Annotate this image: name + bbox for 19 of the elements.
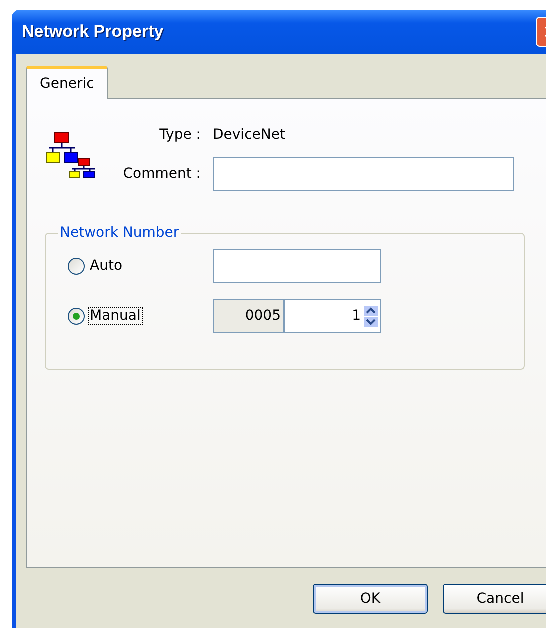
radio-option[interactable]: Auto	[68, 257, 213, 275]
window-title: Network Property	[22, 22, 164, 42]
prefix-field: 0005	[213, 299, 285, 333]
radio-button[interactable]	[68, 308, 85, 324]
auto-number-field[interactable]	[213, 249, 381, 283]
radio-option[interactable]: Manual	[68, 307, 213, 325]
network-icon	[45, 131, 97, 179]
tab[interactable]: Generic	[26, 66, 108, 99]
number-spinner[interactable]: 1	[285, 299, 381, 333]
comment-field[interactable]	[213, 157, 514, 191]
radio-button[interactable]	[68, 258, 85, 274]
dialog-button[interactable]: Cancel	[443, 584, 546, 614]
comment-label: Comment :	[122, 166, 201, 182]
group-title: Network Number	[59, 225, 180, 241]
type-value: DeviceNet	[213, 127, 286, 143]
up-arrow-icon[interactable]	[364, 306, 378, 316]
down-arrow-icon[interactable]	[364, 316, 378, 326]
type-label: Type :	[158, 127, 201, 143]
dialog-button[interactable]: OK	[313, 584, 428, 614]
